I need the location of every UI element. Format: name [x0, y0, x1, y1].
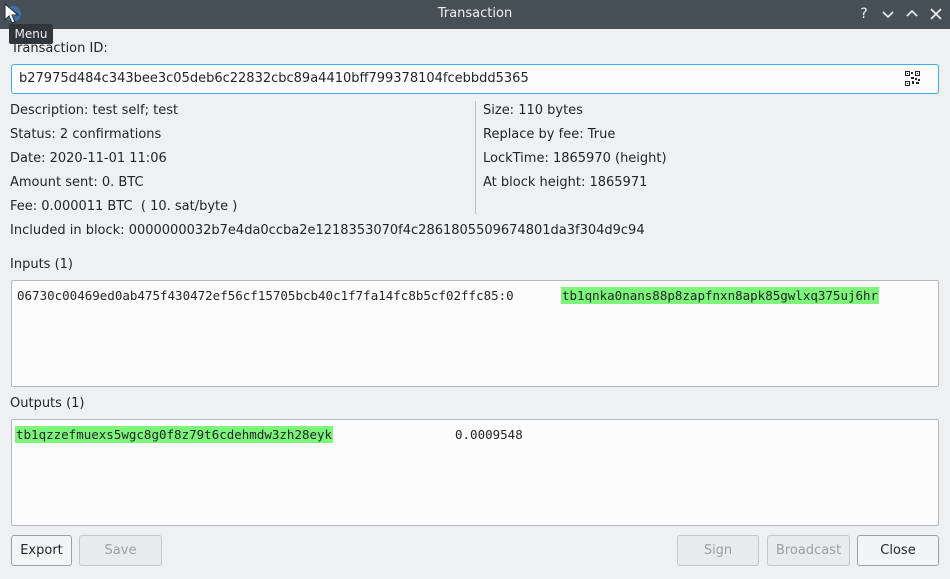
block-height-text: At block height: 1865971 — [483, 175, 648, 190]
inputs-list[interactable]: 06730c00469ed0ab475f430472ef56cf15705bcb… — [11, 280, 939, 387]
qr-code-icon[interactable] — [905, 71, 920, 86]
locktime-text: LockTime: 1865970 (height) — [483, 151, 667, 166]
mouse-cursor-icon — [4, 3, 20, 24]
window-titlebar: Transaction ? — [0, 0, 950, 29]
input-address[interactable]: tb1qnka0nans88p8zapfnxn8apk85gwlxq375uj6… — [561, 287, 880, 304]
maximize-icon[interactable] — [903, 5, 921, 23]
details-separator — [475, 101, 476, 214]
export-button[interactable]: Export — [11, 535, 72, 566]
description-text: Description: test self; test — [10, 103, 179, 118]
broadcast-button[interactable]: Broadcast — [767, 535, 850, 566]
amount-sent-text: Amount sent: 0. BTC — [10, 175, 144, 190]
close-icon[interactable] — [927, 5, 945, 23]
size-text: Size: 110 bytes — [483, 103, 583, 118]
sign-button[interactable]: Sign — [677, 535, 759, 566]
status-text: Status: 2 confirmations — [10, 127, 162, 142]
output-address[interactable]: tb1qzzefmuexs5wgc8g0f8z79t6cdehmdw3zh28e… — [15, 426, 334, 443]
save-button[interactable]: Save — [79, 535, 162, 566]
output-amount[interactable]: 0.0009548 — [455, 427, 523, 442]
included-in-block-text: Included in block: 0000000032b7e4da0ccba… — [10, 223, 645, 238]
help-icon[interactable]: ? — [855, 5, 873, 23]
minimize-icon[interactable] — [879, 5, 897, 23]
txid-field[interactable]: b27975d484c343bee3c05deb6c22832cbc89a441… — [11, 64, 939, 94]
close-button[interactable]: Close — [857, 535, 939, 566]
outputs-label: Outputs (1) — [10, 396, 85, 411]
outputs-list[interactable]: tb1qzzefmuexs5wgc8g0f8z79t6cdehmdw3zh28e… — [11, 419, 939, 526]
fee-text: Fee: 0.000011 BTC ( 10. sat/byte ) — [10, 199, 238, 214]
window-title: Transaction — [437, 6, 513, 21]
rbf-text: Replace by fee: True — [483, 127, 616, 142]
inputs-label: Inputs (1) — [10, 257, 73, 272]
txid-value[interactable]: b27975d484c343bee3c05deb6c22832cbc89a441… — [19, 71, 529, 86]
date-text: Date: 2020-11-01 11:06 — [10, 151, 167, 166]
menu-tooltip: Menu — [9, 24, 53, 44]
input-outpoint[interactable]: 06730c00469ed0ab475f430472ef56cf15705bcb… — [17, 288, 514, 303]
